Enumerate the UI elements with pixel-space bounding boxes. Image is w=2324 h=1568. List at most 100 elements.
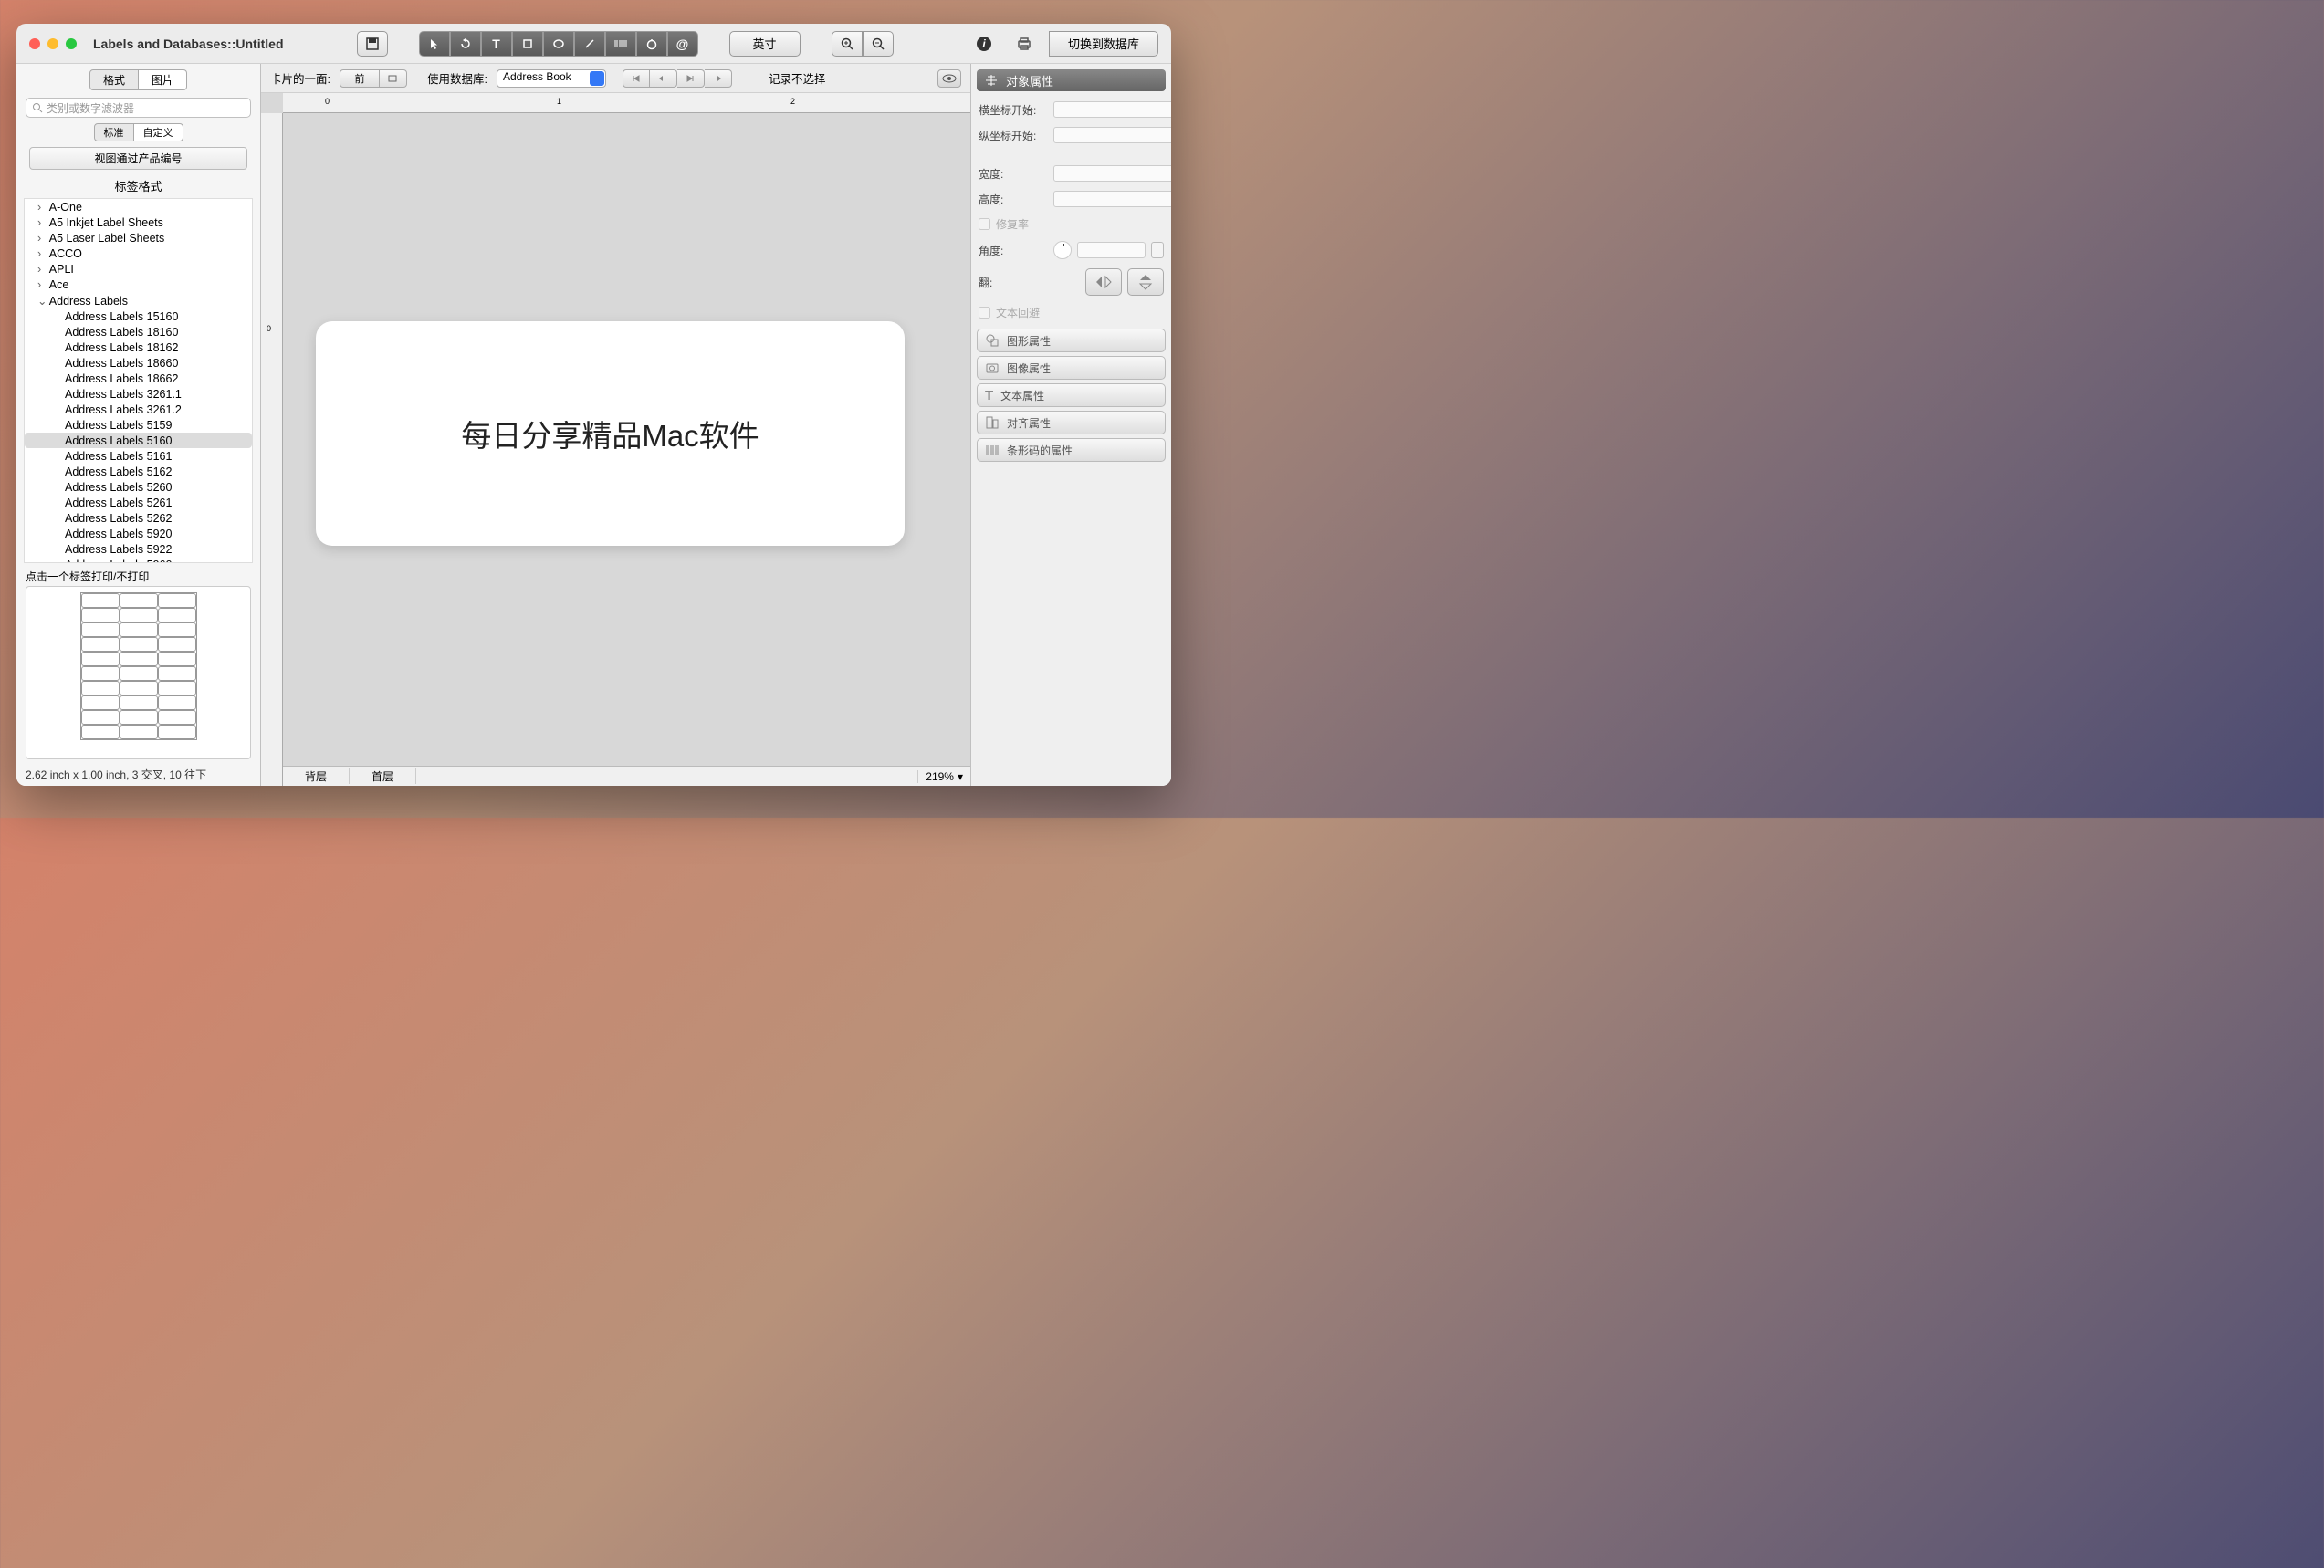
fix-ratio-checkbox[interactable] bbox=[979, 218, 990, 230]
tree-parent[interactable]: A5 Laser Label Sheets bbox=[25, 230, 252, 246]
preview-cell[interactable] bbox=[120, 593, 158, 608]
align-props-section[interactable]: 对齐属性 bbox=[977, 411, 1166, 434]
preview-cell[interactable] bbox=[158, 637, 196, 652]
seg-standard[interactable]: 标准 bbox=[94, 123, 134, 141]
preview-cell[interactable] bbox=[158, 695, 196, 710]
preview-cell[interactable] bbox=[158, 608, 196, 622]
rotate-tool[interactable] bbox=[450, 31, 481, 57]
label-card[interactable]: 每日分享精品Mac软件 bbox=[316, 321, 905, 546]
preview-cell[interactable] bbox=[158, 593, 196, 608]
tree-child[interactable]: Address Labels 5960 bbox=[25, 557, 252, 563]
zoom-control[interactable]: 219% ▾ bbox=[917, 770, 970, 783]
unit-button[interactable]: 英寸 bbox=[729, 31, 801, 57]
tree-child[interactable]: Address Labels 5922 bbox=[25, 541, 252, 557]
tree-child[interactable]: Address Labels 3261.2 bbox=[25, 402, 252, 417]
preview-cell[interactable] bbox=[120, 637, 158, 652]
line-tool[interactable] bbox=[574, 31, 605, 57]
tree-parent[interactable]: Ace bbox=[25, 277, 252, 292]
preview-cell[interactable] bbox=[81, 710, 120, 725]
height-input[interactable] bbox=[1053, 191, 1171, 207]
nav-last-button[interactable] bbox=[705, 69, 732, 88]
print-button[interactable] bbox=[1009, 31, 1040, 57]
y-input[interactable] bbox=[1053, 127, 1171, 143]
preview-cell[interactable] bbox=[81, 637, 120, 652]
link-tool[interactable]: @ bbox=[667, 31, 698, 57]
rect-tool[interactable] bbox=[512, 31, 543, 57]
preview-cell[interactable] bbox=[158, 622, 196, 637]
barcode-tool[interactable] bbox=[605, 31, 636, 57]
tree-parent[interactable]: A5 Inkjet Label Sheets bbox=[25, 214, 252, 230]
preview-cell[interactable] bbox=[81, 695, 120, 710]
nav-first-button[interactable] bbox=[623, 69, 650, 88]
preview-cell[interactable] bbox=[120, 652, 158, 666]
tab-front-layer[interactable]: 首层 bbox=[350, 768, 416, 784]
preview-cell[interactable] bbox=[158, 725, 196, 739]
preview-cell[interactable] bbox=[81, 681, 120, 695]
text-wrap-checkbox[interactable] bbox=[979, 307, 990, 319]
tab-format[interactable]: 格式 bbox=[89, 69, 139, 90]
tree-child[interactable]: Address Labels 18162 bbox=[25, 340, 252, 355]
tree-parent-expanded[interactable]: Address Labels bbox=[25, 292, 252, 308]
tree-parent[interactable]: APLI bbox=[25, 261, 252, 277]
tree-child[interactable]: Address Labels 5162 bbox=[25, 464, 252, 479]
zoom-in-button[interactable] bbox=[832, 31, 863, 57]
nav-next-button[interactable] bbox=[677, 69, 705, 88]
x-input[interactable] bbox=[1053, 101, 1171, 118]
tree-parent[interactable]: ACCO bbox=[25, 246, 252, 261]
zoom-button[interactable] bbox=[66, 38, 77, 49]
tab-image[interactable]: 图片 bbox=[139, 69, 187, 90]
image-props-section[interactable]: 图像属性 bbox=[977, 356, 1166, 380]
seg-custom[interactable]: 自定义 bbox=[134, 123, 183, 141]
preview-cell[interactable] bbox=[120, 622, 158, 637]
preview-cell[interactable] bbox=[120, 681, 158, 695]
barcode-props-section[interactable]: 条形码的属性 bbox=[977, 438, 1166, 462]
zoom-out-button[interactable] bbox=[863, 31, 894, 57]
angle-input[interactable] bbox=[1077, 242, 1146, 258]
preview-cell[interactable] bbox=[120, 695, 158, 710]
tree-child[interactable]: Address Labels 18660 bbox=[25, 355, 252, 371]
angle-dial[interactable] bbox=[1053, 241, 1072, 259]
preview-cell[interactable] bbox=[120, 608, 158, 622]
width-input[interactable] bbox=[1053, 165, 1171, 182]
tree-child[interactable]: Address Labels 5161 bbox=[25, 448, 252, 464]
tree-child[interactable]: Address Labels 5260 bbox=[25, 479, 252, 495]
preview-cell[interactable] bbox=[120, 710, 158, 725]
minimize-button[interactable] bbox=[47, 38, 58, 49]
preview-cell[interactable] bbox=[81, 652, 120, 666]
database-select[interactable]: Address Book bbox=[497, 69, 606, 88]
preview-cell[interactable] bbox=[81, 608, 120, 622]
preview-cell[interactable] bbox=[158, 652, 196, 666]
nav-prev-button[interactable] bbox=[650, 69, 677, 88]
text-tool[interactable]: T bbox=[481, 31, 512, 57]
tree-child[interactable]: Address Labels 5159 bbox=[25, 417, 252, 433]
side-front-button[interactable]: 前 bbox=[340, 69, 380, 88]
view-by-product-button[interactable]: 视图通过产品编号 bbox=[29, 147, 247, 170]
tree-child[interactable]: Address Labels 5262 bbox=[25, 510, 252, 526]
tree-child[interactable]: Address Labels 5920 bbox=[25, 526, 252, 541]
tree-child[interactable]: Address Labels 5261 bbox=[25, 495, 252, 510]
preview-toggle[interactable] bbox=[937, 69, 961, 88]
tab-back-layer[interactable]: 背层 bbox=[283, 768, 350, 784]
flip-v-button[interactable] bbox=[1127, 268, 1164, 296]
shape-props-section[interactable]: 图形属性 bbox=[977, 329, 1166, 352]
tree-parent[interactable]: A-One bbox=[25, 199, 252, 214]
preview-cell[interactable] bbox=[158, 666, 196, 681]
preview-cell[interactable] bbox=[120, 725, 158, 739]
search-input[interactable]: 类别或数字滤波器 bbox=[26, 98, 251, 118]
pointer-tool[interactable] bbox=[419, 31, 450, 57]
close-button[interactable] bbox=[29, 38, 40, 49]
preview-cell[interactable] bbox=[158, 681, 196, 695]
preview-cell[interactable] bbox=[81, 622, 120, 637]
angle-stepper[interactable] bbox=[1151, 242, 1164, 258]
tree-child[interactable]: Address Labels 5160 bbox=[25, 433, 252, 448]
tree-child[interactable]: Address Labels 18160 bbox=[25, 324, 252, 340]
tree-child[interactable]: Address Labels 18662 bbox=[25, 371, 252, 386]
canvas[interactable]: 0 1 2 0 每日分享精品Mac软件 背层 首层 219% bbox=[261, 93, 970, 786]
label-tree[interactable]: A-One A5 Inkjet Label Sheets A5 Laser La… bbox=[24, 198, 253, 563]
info-button[interactable]: i bbox=[968, 31, 1000, 57]
side-back-button[interactable] bbox=[380, 69, 407, 88]
preview-cell[interactable] bbox=[158, 710, 196, 725]
preview-cell[interactable] bbox=[120, 666, 158, 681]
label-preview[interactable] bbox=[26, 586, 251, 759]
preview-cell[interactable] bbox=[81, 666, 120, 681]
